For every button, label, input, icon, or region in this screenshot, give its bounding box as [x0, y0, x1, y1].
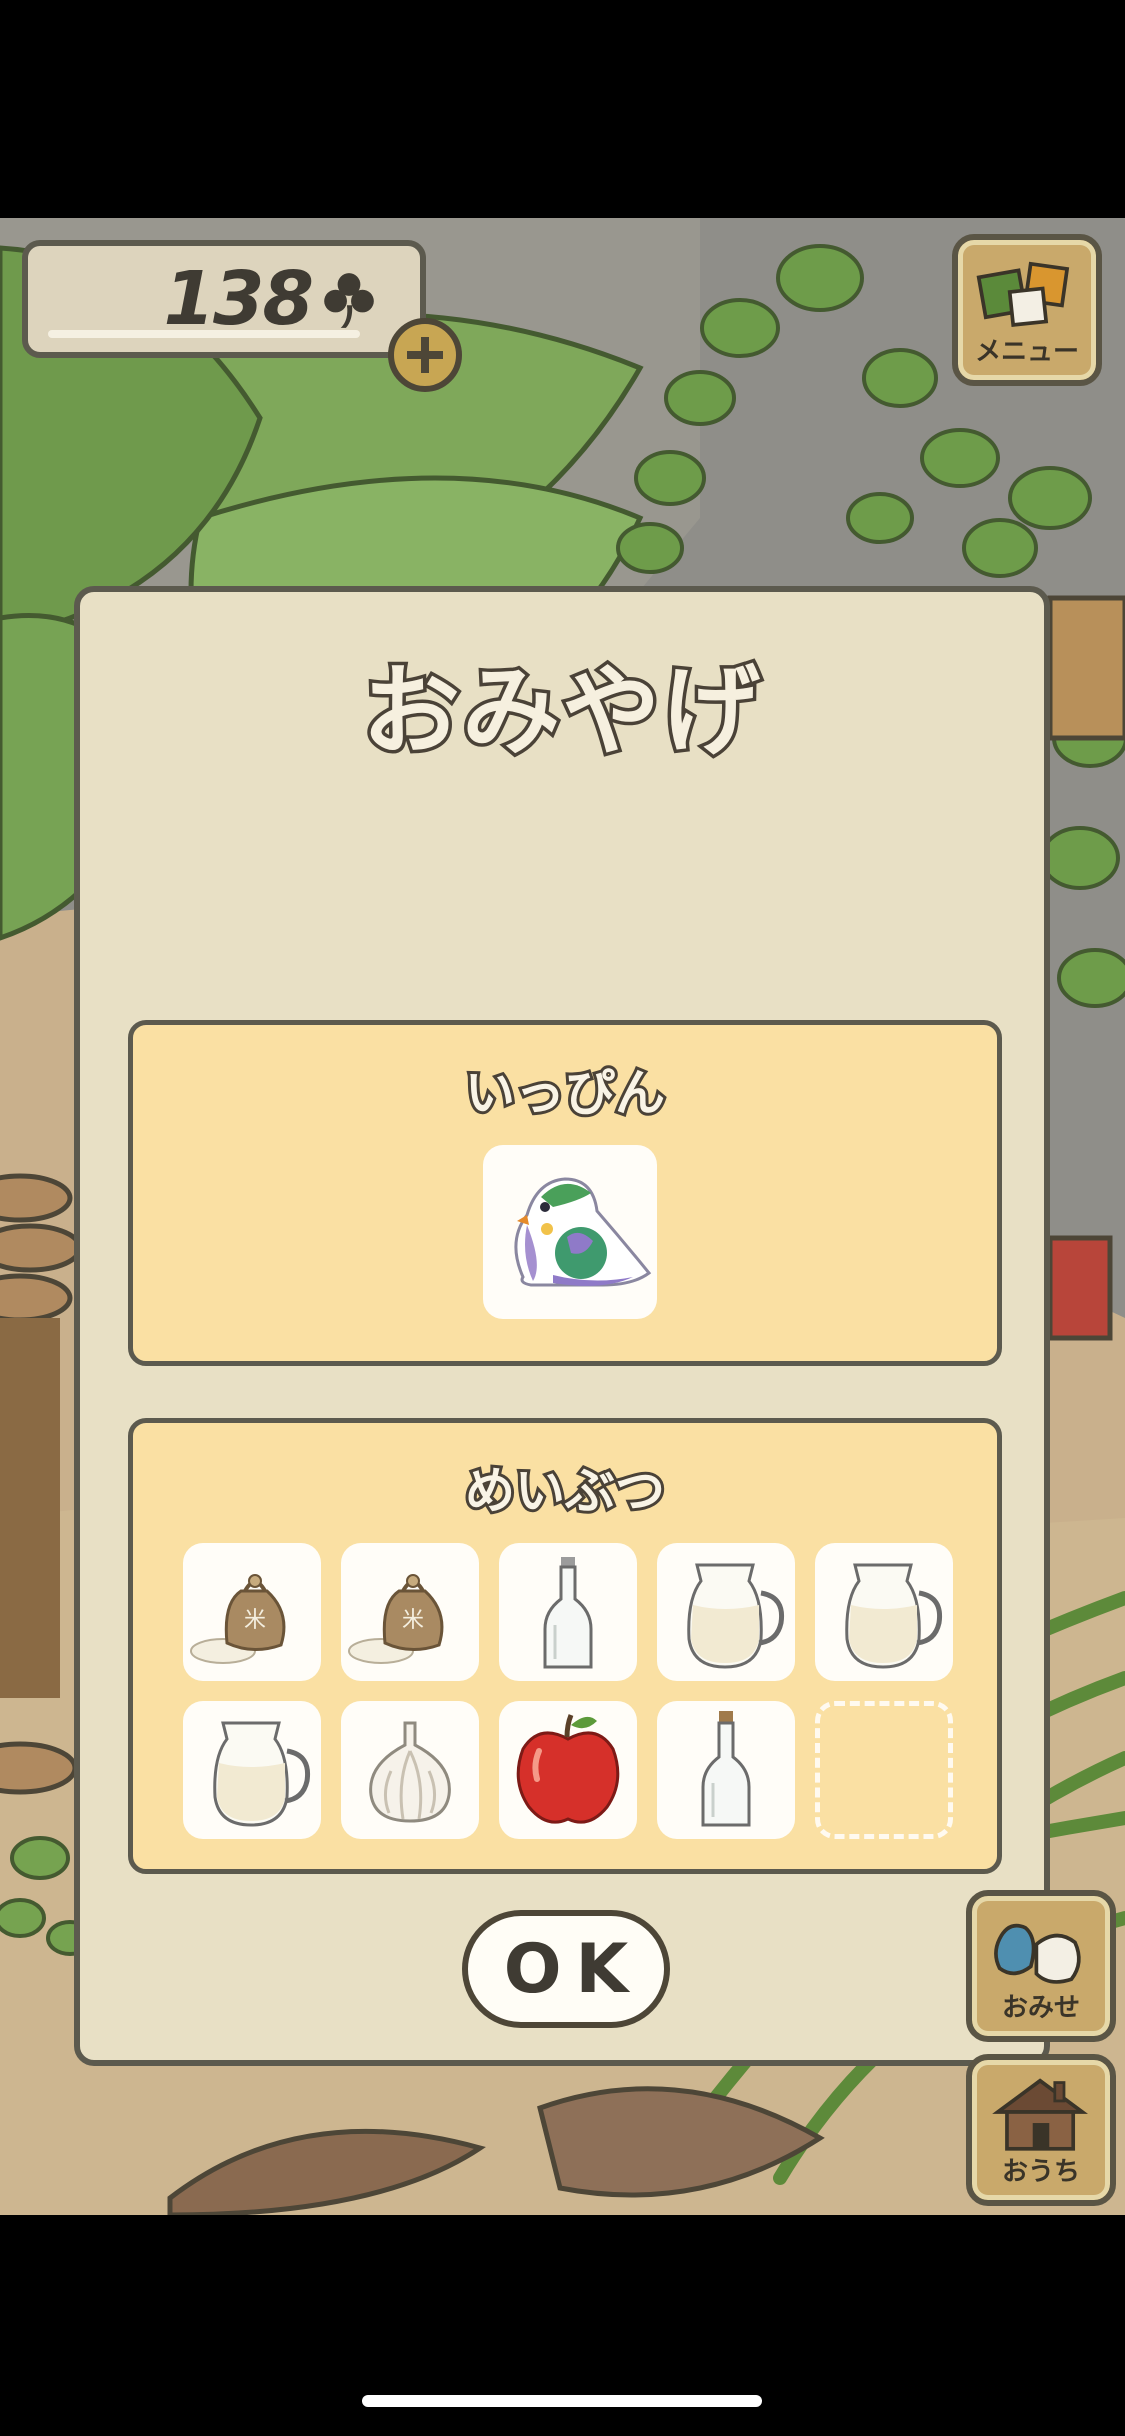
souvenir-dialog: おみやげ いっぴん めいぶつ 米 米 OK: [74, 586, 1050, 2066]
specialty-item-slot[interactable]: 米: [183, 1543, 321, 1681]
specialty-item-slot[interactable]: [815, 1543, 953, 1681]
svg-text:米: 米: [244, 1608, 266, 1633]
svg-text:米: 米: [402, 1608, 424, 1633]
apple-icon: [516, 1714, 620, 1824]
rare-item-slot[interactable]: [483, 1145, 657, 1319]
shop-button[interactable]: おみせ: [966, 1890, 1116, 2042]
game-viewport: 138 メニュー おみやげ いっぴん めいぶつ 米 米 OK おみせ おうち: [0, 218, 1125, 2215]
plus-icon: [407, 337, 443, 373]
add-clover-button[interactable]: [388, 318, 462, 392]
garlic-icon: [369, 1721, 451, 1823]
specialty-item-slot[interactable]: [657, 1701, 795, 1839]
home-button[interactable]: おうち: [966, 2054, 1116, 2206]
ok-button[interactable]: OK: [462, 1910, 670, 2028]
clover-counter: 138: [22, 240, 426, 358]
dialog-title: おみやげ: [358, 652, 763, 773]
milk-jug-icon: [687, 1563, 785, 1669]
specialty-item-slot[interactable]: [341, 1701, 479, 1839]
specialty-item-slot[interactable]: [499, 1543, 637, 1681]
menu-label: メニュー: [974, 337, 1079, 367]
glass-bottle-icon: [543, 1557, 593, 1669]
glass-bottle-icon: [701, 1711, 751, 1827]
empty-slot: [815, 1701, 953, 1839]
specialty-item-slot[interactable]: [657, 1543, 795, 1681]
shop-label: おみせ: [1001, 1993, 1080, 2023]
clover-icon: [324, 273, 374, 328]
menu-button[interactable]: メニュー: [952, 234, 1102, 386]
menu-icon: [976, 261, 1070, 327]
house-icon: [992, 2078, 1088, 2151]
milk-jug-icon: [213, 1721, 311, 1827]
rare-item-section: いっぴん: [128, 1020, 1002, 1366]
pigeon-figurine-icon: [514, 1177, 652, 1287]
specialty-item-slot[interactable]: [183, 1701, 321, 1839]
local-section-title: めいぶつ: [462, 1459, 668, 1523]
rice-sack-icon: 米: [348, 1574, 444, 1664]
specialty-item-slot[interactable]: 米: [341, 1543, 479, 1681]
local-specialty-section: めいぶつ 米 米: [128, 1418, 1002, 1874]
home-indicator[interactable]: [362, 2395, 762, 2407]
rice-sack-icon: 米: [190, 1574, 286, 1664]
home-label: おうち: [1001, 2157, 1080, 2187]
specialty-item-slot[interactable]: [499, 1701, 637, 1839]
milk-jug-icon: [845, 1563, 943, 1669]
rare-section-title: いっぴん: [462, 1061, 668, 1125]
counter-bar: [48, 330, 360, 338]
shop-bags-icon: [994, 1923, 1081, 1984]
